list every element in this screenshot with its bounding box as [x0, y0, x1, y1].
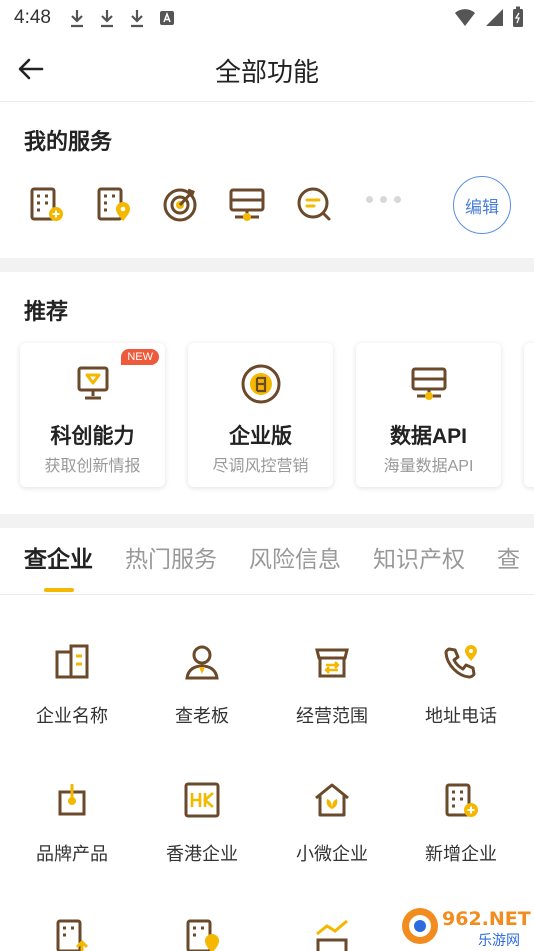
status-bar: 4:48	[0, 0, 534, 36]
building-location-icon[interactable]	[91, 182, 135, 226]
watermark-text: 962.NET	[442, 908, 531, 930]
building-location-icon	[137, 914, 267, 951]
building-add-icon[interactable]	[24, 182, 68, 226]
phone-location-icon	[396, 640, 526, 684]
status-system-icons	[454, 6, 524, 28]
server-icon	[356, 363, 501, 403]
signal-icon	[486, 9, 503, 26]
grid-item-brand-product[interactable]: 品牌产品	[7, 778, 137, 866]
section-divider	[0, 514, 534, 528]
my-services-title: 我的服务	[24, 129, 113, 154]
grid-item-label: 地址电话	[425, 706, 497, 726]
grid-item-hk-company[interactable]: 香港企业	[137, 778, 267, 866]
watermark-logo: 962.NET 乐游网	[398, 902, 532, 950]
tabs-divider	[0, 594, 534, 595]
app-header: 全部功能	[0, 36, 534, 102]
target-icon[interactable]	[158, 182, 202, 226]
easel-icon	[20, 363, 165, 403]
monitor-icon[interactable]	[225, 182, 269, 226]
hk-icon	[137, 778, 267, 822]
status-notifications	[69, 8, 175, 28]
brand-product-icon	[7, 778, 137, 822]
grid-item-address-phone[interactable]: 地址电话	[396, 640, 526, 728]
rec-card-partial[interactable]	[524, 343, 534, 487]
page-title: 全部功能	[214, 57, 319, 87]
building-upload-icon	[7, 914, 137, 951]
category-tabs: 查企业 热门服务 风险信息 知识产权 查	[24, 540, 520, 574]
tab-ip[interactable]: 知识产权	[373, 540, 465, 574]
grid-item-label: 经营范围	[296, 706, 368, 726]
app-a-icon	[159, 11, 174, 25]
download-icon	[100, 10, 113, 28]
grid-item-business-scope[interactable]: 经营范围	[267, 640, 397, 728]
person-icon	[137, 640, 267, 684]
building-add-icon	[396, 778, 526, 822]
grid-item-partial[interactable]	[7, 914, 137, 951]
grid-item-label: 香港企业	[166, 844, 238, 864]
tab-search-company[interactable]: 查企业	[24, 540, 93, 574]
battery-icon	[513, 6, 523, 27]
rec-card-title: 科创能力	[50, 425, 135, 448]
rec-card-data-api[interactable]: 数据API 海量数据API	[356, 343, 501, 487]
rec-card-enterprise[interactable]: 企业版 尽调风控营销	[188, 343, 333, 487]
grid-item-partial[interactable]	[267, 914, 397, 951]
enterprise-seal-icon	[188, 363, 333, 405]
active-tab-indicator	[44, 588, 74, 592]
small-house-icon	[267, 778, 397, 822]
tab-risk-info[interactable]: 风险信息	[249, 540, 341, 574]
my-services-icons	[24, 182, 359, 226]
grid-item-small-business[interactable]: 小微企业	[267, 778, 397, 866]
grid-item-new-company[interactable]: 新增企业	[396, 778, 526, 866]
section-divider	[0, 258, 534, 272]
download-icon	[70, 10, 83, 28]
rec-card-subtitle: 获取创新情报	[44, 458, 141, 475]
grid-item-partial[interactable]	[137, 914, 267, 951]
grid-item-boss[interactable]: 查老板	[137, 640, 267, 728]
rec-card-title: 企业版	[229, 425, 292, 448]
grid-item-label: 企业名称	[36, 706, 108, 726]
chat-search-icon[interactable]	[292, 182, 336, 226]
rec-card-title: 数据API	[389, 425, 467, 448]
more-dots-icon	[366, 196, 401, 203]
wifi-icon	[455, 9, 475, 26]
rec-card-subtitle: 海量数据API	[383, 458, 474, 475]
edit-button[interactable]: 编辑	[453, 176, 511, 234]
status-time: 4:48	[14, 7, 51, 28]
grid-item-label: 品牌产品	[36, 844, 108, 864]
download-icon	[130, 10, 143, 28]
store-icon	[267, 640, 397, 684]
recommend-title: 推荐	[24, 299, 69, 324]
grid-item-label: 新增企业	[425, 844, 497, 864]
tab-hot-services[interactable]: 热门服务	[125, 540, 217, 574]
grid-item-label: 小微企业	[296, 844, 368, 864]
grid-item-label: 查老板	[175, 706, 229, 726]
tab-more[interactable]: 查	[497, 540, 520, 574]
building-icon	[7, 640, 137, 684]
watermark-sub: 乐游网	[478, 933, 520, 949]
grid-item-company-name[interactable]: 企业名称	[7, 640, 137, 728]
growth-chart-icon	[267, 914, 397, 951]
rec-card-innovation[interactable]: NEW 科创能力 获取创新情报	[20, 343, 165, 487]
rec-card-subtitle: 尽调风控营销	[212, 458, 309, 475]
